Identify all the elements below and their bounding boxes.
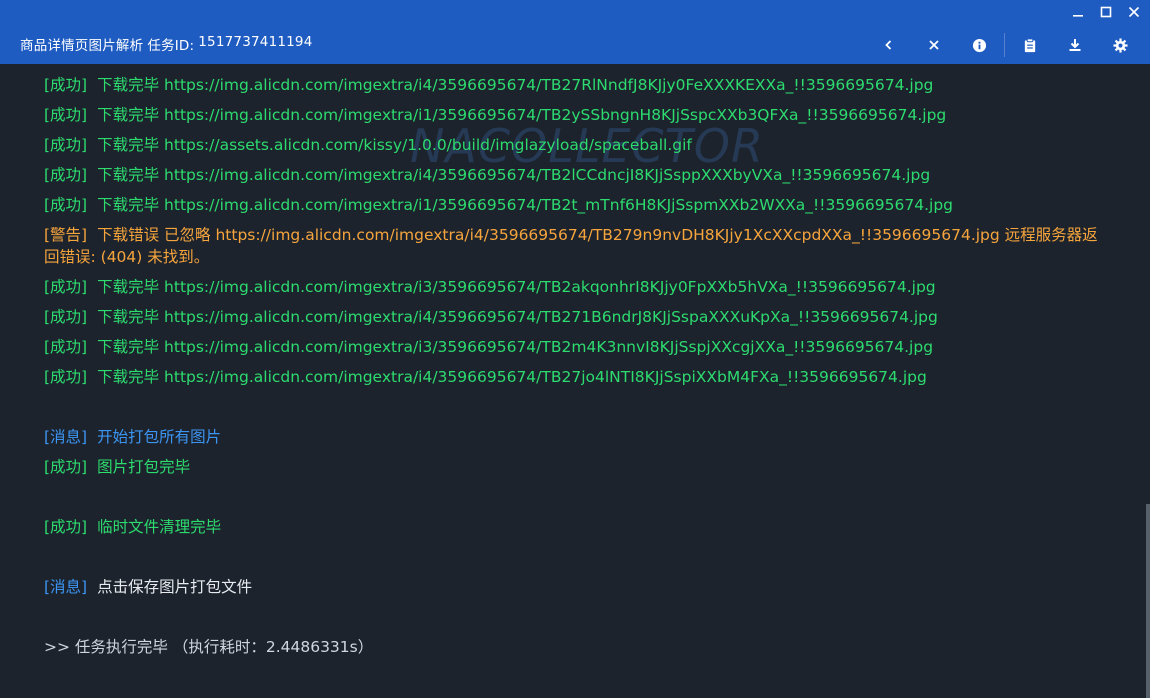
download-button[interactable]	[1064, 34, 1086, 56]
log-line: [成功] 临时文件清理完毕	[44, 516, 1104, 538]
log-line: [消息] 开始打包所有图片	[44, 426, 1104, 448]
log-tag: [成功]	[44, 136, 88, 154]
log-tag: [成功]	[44, 196, 88, 214]
log-panel[interactable]: NACOLLECTOR [成功] 下载完毕 https://img.alicdn.…	[0, 64, 1146, 698]
app-title: 商品详情页图片解析	[20, 38, 144, 54]
log-line: [成功] 下载完毕 https://img.alicdn.com/imgextra…	[44, 306, 1104, 328]
maximize-icon	[1100, 6, 1112, 18]
log-line: [成功] 下载完毕 https://img.alicdn.com/imgextra…	[44, 104, 1104, 126]
maximize-button[interactable]	[1096, 2, 1116, 22]
log-tag: [成功]	[44, 278, 88, 296]
minimize-button[interactable]	[1068, 2, 1088, 22]
clipboard-icon	[1024, 37, 1036, 52]
log-text: 下载完毕 https://img.alicdn.com/imgextra/i4/…	[97, 368, 927, 386]
log-tag: [消息]	[44, 578, 88, 596]
app-window: 商品详情页图片解析 任务ID: 1517737411194 NACOLLECTO…	[0, 0, 1150, 698]
log-tag: [成功]	[44, 458, 88, 476]
info-icon	[972, 38, 986, 52]
log-tag: [警告]	[44, 226, 88, 244]
log-line: [成功] 下载完毕 https://img.alicdn.com/imgextra…	[44, 194, 1104, 216]
clipboard-button[interactable]	[1019, 34, 1041, 56]
window-controls	[1068, 2, 1144, 22]
log-text: 下载完毕 https://assets.alicdn.com/kissy/1.0…	[97, 136, 692, 154]
log-line: [成功] 下载完毕 https://img.alicdn.com/imgextra…	[44, 276, 1104, 298]
log-text: 图片打包完毕	[97, 458, 191, 476]
close-icon	[929, 40, 939, 50]
log-line: [消息] 点击保存图片打包文件	[44, 576, 1104, 598]
log-tag: [成功]	[44, 338, 88, 356]
log-tag: [成功]	[44, 76, 88, 94]
info-button[interactable]	[968, 34, 990, 56]
log-tag: [成功]	[44, 518, 88, 536]
log-text: 下载完毕 https://img.alicdn.com/imgextra/i3/…	[97, 338, 934, 356]
close-window-button[interactable]	[1124, 2, 1144, 22]
title-bar: 商品详情页图片解析 任务ID: 1517737411194	[0, 0, 1150, 64]
log-line: [成功] 下载完毕 https://assets.alicdn.com/kissy…	[44, 134, 1104, 156]
log-line: [成功] 下载完毕 https://img.alicdn.com/imgextra…	[44, 164, 1104, 186]
chevron-left-icon	[885, 40, 892, 50]
log-text: 下载完毕 https://img.alicdn.com/imgextra/i3/…	[97, 278, 936, 296]
close-task-button[interactable]	[923, 34, 945, 56]
task-id-value: 1517737411194	[198, 34, 313, 50]
close-window-icon	[1128, 6, 1140, 18]
log-text: 下载完毕 https://img.alicdn.com/imgextra/i4/…	[97, 76, 934, 94]
log-text: 临时文件清理完毕	[97, 518, 222, 536]
scrollbar-thumb[interactable]	[1146, 504, 1150, 698]
log-tag: [成功]	[44, 308, 88, 326]
download-icon	[1069, 39, 1081, 51]
log-line: [成功] 下载完毕 https://img.alicdn.com/imgextra…	[44, 74, 1104, 96]
log-tag: [成功]	[44, 166, 88, 184]
log-line: [成功] 图片打包完毕	[44, 456, 1104, 478]
log-text: 下载错误 已忽略 https://img.alicdn.com/imgextra…	[44, 226, 1098, 266]
task-id-label: 任务ID:	[147, 38, 195, 54]
window-title: 商品详情页图片解析 任务ID: 1517737411194	[20, 34, 313, 54]
minimize-icon	[1073, 15, 1083, 17]
log-text: 下载完毕 https://img.alicdn.com/imgextra/i4/…	[97, 166, 931, 184]
settings-button[interactable]	[1109, 34, 1131, 56]
gear-icon	[1112, 37, 1128, 53]
toolbar-divider	[1004, 33, 1005, 57]
log-tag: [成功]	[44, 368, 88, 386]
log-text: 开始打包所有图片	[97, 428, 222, 446]
log-text: 点击保存图片打包文件	[97, 578, 253, 596]
log-line-warning: [警告] 下载错误 已忽略 https://img.alicdn.com/imge…	[44, 224, 1104, 268]
log-text: 下载完毕 https://img.alicdn.com/imgextra/i4/…	[97, 308, 938, 326]
toolbar	[878, 33, 1150, 57]
log-line: [成功] 下载完毕 https://img.alicdn.com/imgextra…	[44, 336, 1104, 358]
log-tag: [成功]	[44, 106, 88, 124]
log-tag: [消息]	[44, 428, 88, 446]
task-complete-summary: >> 任务执行完毕 （执行耗时：2.4486331s）	[44, 638, 374, 656]
log-text: 下载完毕 https://img.alicdn.com/imgextra/i1/…	[97, 196, 954, 214]
log-text: 下载完毕 https://img.alicdn.com/imgextra/i1/…	[97, 106, 947, 124]
back-button[interactable]	[878, 34, 900, 56]
log-line: [成功] 下载完毕 https://img.alicdn.com/imgextra…	[44, 366, 1104, 388]
